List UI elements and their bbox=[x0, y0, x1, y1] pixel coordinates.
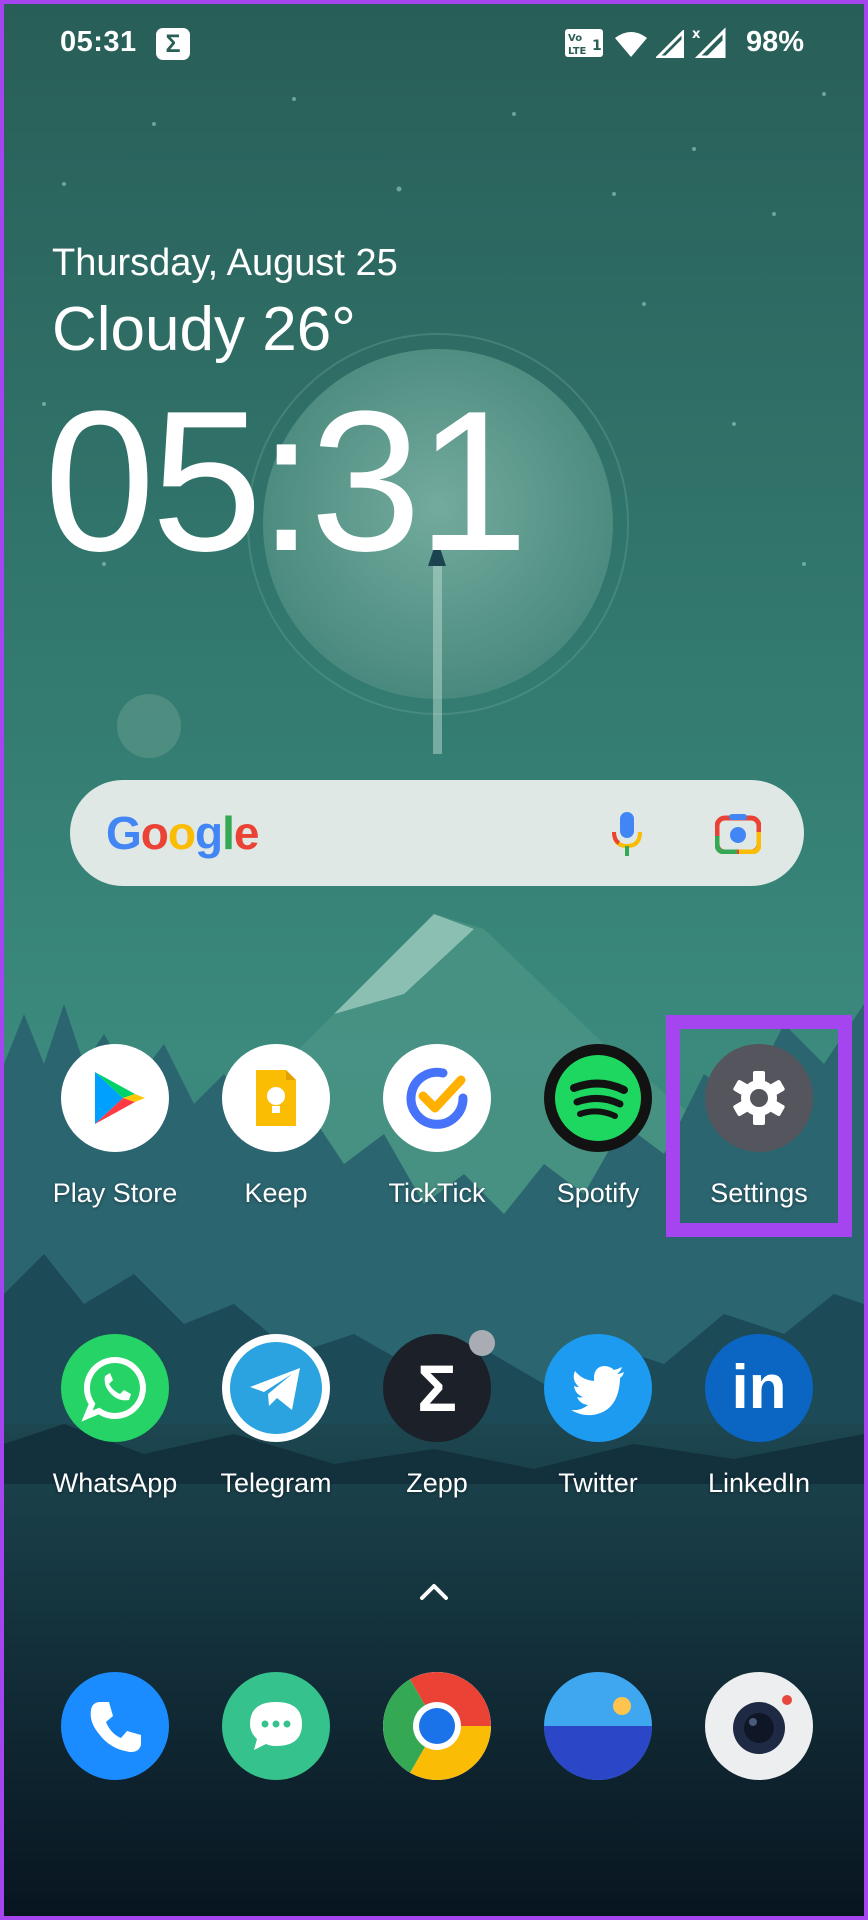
google-logo-letter: o bbox=[167, 807, 196, 859]
phone-icon bbox=[61, 1672, 169, 1780]
google-search-bar[interactable]: Google bbox=[70, 780, 804, 886]
zepp-logo: Σ bbox=[417, 1351, 457, 1425]
spotify-icon bbox=[544, 1044, 652, 1152]
app-whatsapp[interactable]: WhatsApp bbox=[40, 1334, 190, 1499]
app-play-store[interactable]: Play Store bbox=[40, 1044, 190, 1209]
telegram-icon bbox=[222, 1334, 330, 1442]
battery-level: 98% bbox=[745, 26, 804, 58]
google-logo-letter: o bbox=[140, 807, 169, 859]
signal-icon bbox=[656, 30, 684, 58]
app-telegram[interactable]: Telegram bbox=[201, 1334, 351, 1499]
google-logo-letter: l bbox=[222, 807, 235, 859]
settings-highlight-box bbox=[666, 1015, 852, 1237]
app-label: Twitter bbox=[558, 1468, 638, 1498]
google-logo-letter: G bbox=[106, 807, 142, 859]
app-spotify[interactable]: Spotify bbox=[523, 1044, 673, 1209]
linkedin-icon: in bbox=[705, 1334, 813, 1442]
volte-icon: Vo LTE 1 bbox=[565, 29, 603, 57]
whatsapp-icon bbox=[61, 1334, 169, 1442]
svg-text:1: 1 bbox=[592, 38, 602, 54]
app-label: Play Store bbox=[52, 1178, 178, 1208]
notification-dot bbox=[469, 1330, 495, 1356]
dock-messages[interactable] bbox=[201, 1672, 351, 1780]
chevron-up-icon[interactable] bbox=[418, 1580, 450, 1602]
lens-icon[interactable] bbox=[715, 812, 761, 854]
zepp-notification-icon: Σ bbox=[156, 28, 190, 60]
svg-text:x: x bbox=[692, 27, 701, 42]
app-label: Telegram bbox=[220, 1468, 332, 1498]
app-label: Zepp bbox=[406, 1468, 468, 1498]
zepp-icon: Σ bbox=[383, 1330, 495, 1442]
app-linkedin[interactable]: in LinkedIn bbox=[684, 1334, 834, 1499]
app-keep[interactable]: Keep bbox=[201, 1044, 351, 1209]
status-icons: Vo LTE 1 x 98% bbox=[564, 26, 804, 62]
widget-weather[interactable]: Cloudy 26° bbox=[52, 294, 356, 365]
app-twitter[interactable]: Twitter bbox=[523, 1334, 673, 1499]
dock-gallery[interactable] bbox=[523, 1672, 673, 1780]
keep-icon bbox=[222, 1044, 330, 1152]
status-bar: 05:31 Σ Vo LTE 1 x 98% bbox=[4, 4, 864, 84]
app-label: WhatsApp bbox=[52, 1468, 178, 1498]
signal-no-data-icon: x bbox=[692, 27, 726, 58]
wifi-icon bbox=[615, 32, 647, 57]
app-label: LinkedIn bbox=[707, 1468, 811, 1498]
mic-icon[interactable] bbox=[610, 810, 644, 860]
messages-icon bbox=[222, 1672, 330, 1780]
wallpaper bbox=[4, 4, 864, 1916]
svg-text:Vo: Vo bbox=[568, 33, 582, 44]
app-label: Spotify bbox=[556, 1178, 640, 1208]
gallery-icon bbox=[544, 1672, 652, 1780]
ticktick-icon bbox=[383, 1044, 491, 1152]
app-zepp[interactable]: Σ Zepp bbox=[362, 1330, 512, 1499]
home-screen: 05:31 Σ Vo LTE 1 x 98% Thursday, August … bbox=[0, 0, 868, 1920]
linkedin-logo: in bbox=[731, 1353, 787, 1422]
app-label: Keep bbox=[244, 1178, 308, 1208]
chrome-icon bbox=[383, 1672, 491, 1780]
app-label: TickTick bbox=[388, 1178, 486, 1208]
google-logo-letter: g bbox=[195, 807, 223, 859]
dock-phone[interactable] bbox=[40, 1672, 190, 1780]
widget-clock[interactable]: 05:31 bbox=[44, 382, 528, 582]
app-ticktick[interactable]: TickTick bbox=[362, 1044, 512, 1209]
dock-camera[interactable] bbox=[684, 1672, 834, 1780]
svg-text:LTE: LTE bbox=[568, 46, 587, 57]
google-logo: Google bbox=[106, 806, 260, 860]
widget-date[interactable]: Thursday, August 25 bbox=[52, 242, 398, 285]
play-store-icon bbox=[61, 1044, 169, 1152]
dock-chrome[interactable] bbox=[362, 1672, 512, 1780]
twitter-icon bbox=[544, 1334, 652, 1442]
status-time: 05:31 bbox=[60, 26, 137, 58]
camera-icon bbox=[705, 1672, 813, 1780]
google-logo-letter: e bbox=[233, 807, 260, 859]
